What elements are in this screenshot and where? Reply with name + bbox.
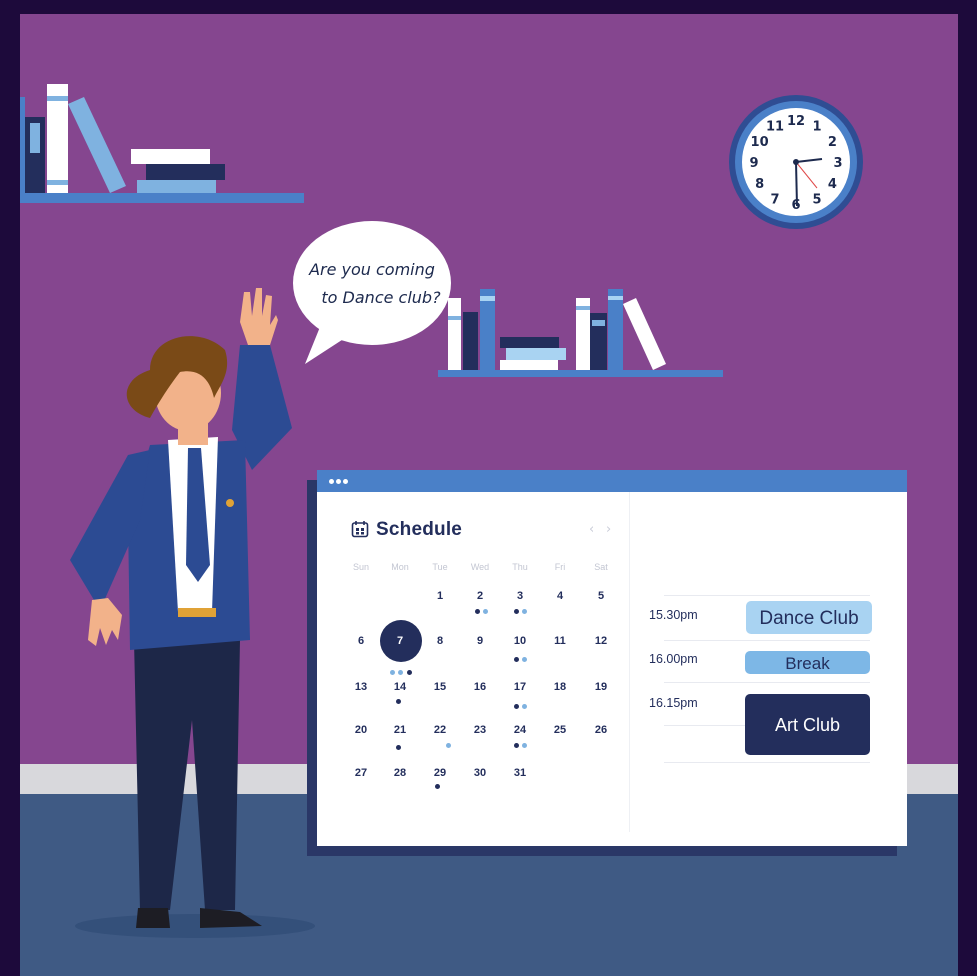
event-dot (398, 670, 403, 675)
day-header: Mon (391, 562, 409, 572)
event-dot (407, 670, 412, 675)
window-titlebar (317, 470, 907, 492)
calendar-day[interactable]: 3 (500, 590, 540, 602)
event-time: 16.15pm (649, 696, 698, 710)
schedule-separator (664, 595, 870, 596)
panel-divider (629, 492, 630, 832)
calendar-day[interactable]: 5 (581, 590, 621, 602)
calendar-day[interactable]: 23 (460, 724, 500, 736)
event-dot (390, 670, 395, 675)
calendar-day[interactable]: 24 (500, 724, 540, 736)
calendar-day[interactable]: 15 (420, 681, 460, 693)
calendar-icon (351, 521, 369, 538)
event-dot (514, 743, 519, 748)
event-dot (514, 609, 519, 614)
schedule-separator (664, 640, 870, 641)
clock-number: 4 (828, 177, 837, 192)
wall-clock: 121234567891011 (729, 95, 863, 229)
event-dot (483, 609, 488, 614)
calendar-day[interactable]: 26 (581, 724, 621, 736)
clock-number: 2 (828, 135, 837, 150)
calendar-day[interactable]: 17 (500, 681, 540, 693)
calendar-day[interactable]: 4 (540, 590, 580, 602)
day-header: Wed (470, 562, 490, 572)
calendar-day[interactable]: 1 (420, 590, 460, 602)
event-dot (435, 784, 440, 789)
calendar-day[interactable]: 25 (540, 724, 580, 736)
calendar-day[interactable]: 19 (581, 681, 621, 693)
window-dot[interactable] (343, 479, 348, 484)
calendar-day[interactable]: 22 (420, 724, 460, 736)
event-dot (514, 704, 519, 709)
schedule-title: Schedule (376, 519, 463, 540)
calendar-day[interactable]: 11 (540, 635, 580, 647)
calendar-day[interactable]: 27 (341, 767, 381, 779)
day-header: Tue (432, 562, 448, 572)
event-dot (446, 743, 451, 748)
clock-number: 11 (766, 120, 784, 135)
event-time: 15.30pm (649, 608, 698, 622)
event-dot (522, 609, 527, 614)
day-header: Sun (352, 562, 369, 572)
schedule-separator (664, 762, 870, 763)
student-figure (70, 288, 315, 938)
event-dot (396, 699, 401, 704)
calendar-day[interactable]: 6 (341, 635, 381, 647)
calendar-day[interactable]: 14 (380, 681, 420, 693)
calendar-day[interactable]: 8 (420, 635, 460, 647)
day-header: Sat (594, 562, 608, 572)
calendar-day[interactable]: 20 (341, 724, 381, 736)
day-header: Thu (512, 562, 528, 572)
clock-number: 5 (812, 192, 821, 207)
event-dot (514, 657, 519, 662)
event-dot (475, 609, 480, 614)
left-bookshelf (20, 84, 304, 203)
clock-number: 9 (749, 156, 758, 171)
calendar-day[interactable]: 10 (500, 635, 540, 647)
middle-bookshelf (438, 289, 723, 377)
prev-month-button[interactable]: ‹ (589, 522, 594, 537)
calendar-day[interactable]: 31 (500, 767, 540, 779)
next-month-button[interactable]: › (606, 522, 611, 537)
event-dot (396, 745, 401, 750)
calendar-day[interactable]: 29 (420, 767, 460, 779)
calendar-day[interactable]: 2 (460, 590, 500, 602)
day-header: Fri (554, 562, 566, 572)
calendar-day[interactable]: 18 (540, 681, 580, 693)
window-dot[interactable] (336, 479, 341, 484)
calendar-day[interactable]: 21 (380, 724, 420, 736)
clock-number: 1 (812, 120, 821, 135)
speech-line-1: Are you coming (309, 260, 435, 279)
clock-number: 12 (787, 114, 805, 129)
clock-number: 3 (833, 156, 842, 171)
calendar-day[interactable]: 28 (380, 767, 420, 779)
calendar-day[interactable]: 9 (460, 635, 500, 647)
clock-number: 7 (770, 192, 779, 207)
calendar-day[interactable]: 30 (460, 767, 500, 779)
calendar-day[interactable]: 12 (581, 635, 621, 647)
calendar-day[interactable]: 16 (460, 681, 500, 693)
event-dance-club[interactable]: Dance Club (746, 601, 872, 634)
event-art-club[interactable]: Art Club (745, 694, 870, 755)
event-dot (522, 743, 527, 748)
event-dot (522, 704, 527, 709)
event-time: 16.00pm (649, 652, 698, 666)
selected-day[interactable]: 7 (380, 635, 420, 647)
window-dot[interactable] (329, 479, 334, 484)
clock-number: 10 (751, 135, 769, 150)
schedule-separator (664, 682, 870, 683)
event-break[interactable]: Break (745, 651, 870, 674)
calendar-day[interactable]: 13 (341, 681, 381, 693)
clock-number: 8 (755, 177, 764, 192)
schedule-window: Schedule ‹ › Sun Mon Tue Wed Thu Fri Sat 12345… (317, 470, 907, 846)
event-dot (522, 657, 527, 662)
speech-line-2: to Dance club? (321, 288, 441, 307)
